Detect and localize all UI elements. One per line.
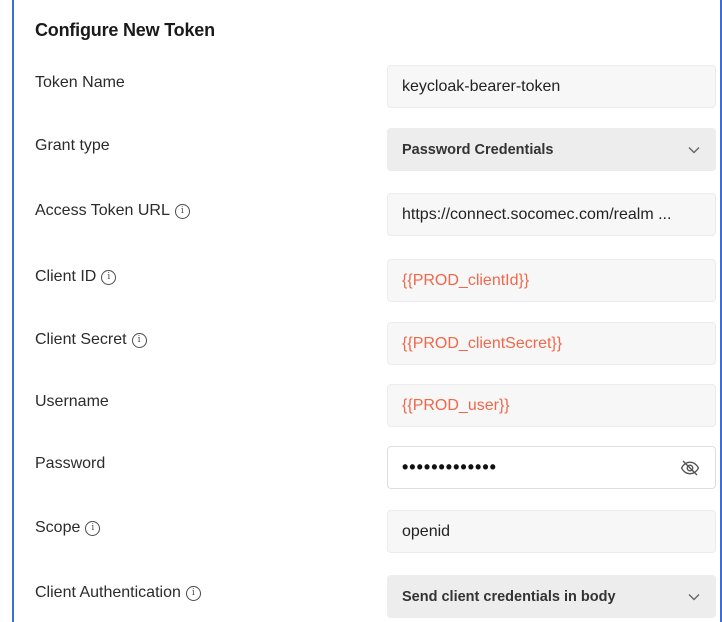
client-id-input[interactable]: {{PROD_clientId}} [387,259,716,302]
token-name-label: Token Name [35,74,125,91]
info-icon[interactable]: i [174,203,190,219]
info-icon[interactable]: i [101,269,117,285]
client-authentication-row: Client Authentication i Send client cred… [0,575,722,619]
grant-type-row: Grant type Password Credentials [0,128,722,172]
username-input[interactable]: {{PROD_user}} [387,384,716,427]
scope-label: Scope i [35,519,101,537]
token-name-input[interactable]: keycloak-bearer-token [387,65,716,108]
grant-type-label: Grant type [35,137,110,154]
access-token-url-label: Access Token URL i [35,202,190,220]
username-label: Username [35,393,109,410]
grant-type-select[interactable]: Password Credentials [387,128,716,171]
info-icon[interactable]: i [185,585,201,601]
info-icon[interactable]: i [131,332,147,348]
client-id-row: Client ID i {{PROD_clientId}} [0,259,722,303]
scope-row: Scope i openid [0,510,722,554]
access-token-url-input[interactable]: https://connect.socomec.com/realm ... [387,193,716,236]
access-token-url-row: Access Token URL i https://connect.socom… [0,193,722,237]
password-label: Password [35,455,106,472]
client-authentication-label: Client Authentication i [35,584,201,602]
eye-off-icon[interactable] [679,457,701,479]
password-row: Password ••••••••••••• [0,446,722,490]
client-secret-input[interactable]: {{PROD_clientSecret}} [387,322,716,365]
scope-input[interactable]: openid [387,510,716,553]
chevron-down-icon [687,590,701,604]
client-secret-label: Client Secret i [35,331,147,349]
token-name-row: Token Name keycloak-bearer-token [0,65,722,109]
client-authentication-select[interactable]: Send client credentials in body [387,575,716,618]
password-input[interactable]: ••••••••••••• [387,446,716,489]
chevron-down-icon [687,143,701,157]
client-id-label: Client ID i [35,268,117,286]
username-row: Username {{PROD_user}} [0,384,722,428]
client-secret-row: Client Secret i {{PROD_clientSecret}} [0,322,722,366]
info-icon[interactable]: i [85,520,101,536]
page-title: Configure New Token [35,20,215,40]
